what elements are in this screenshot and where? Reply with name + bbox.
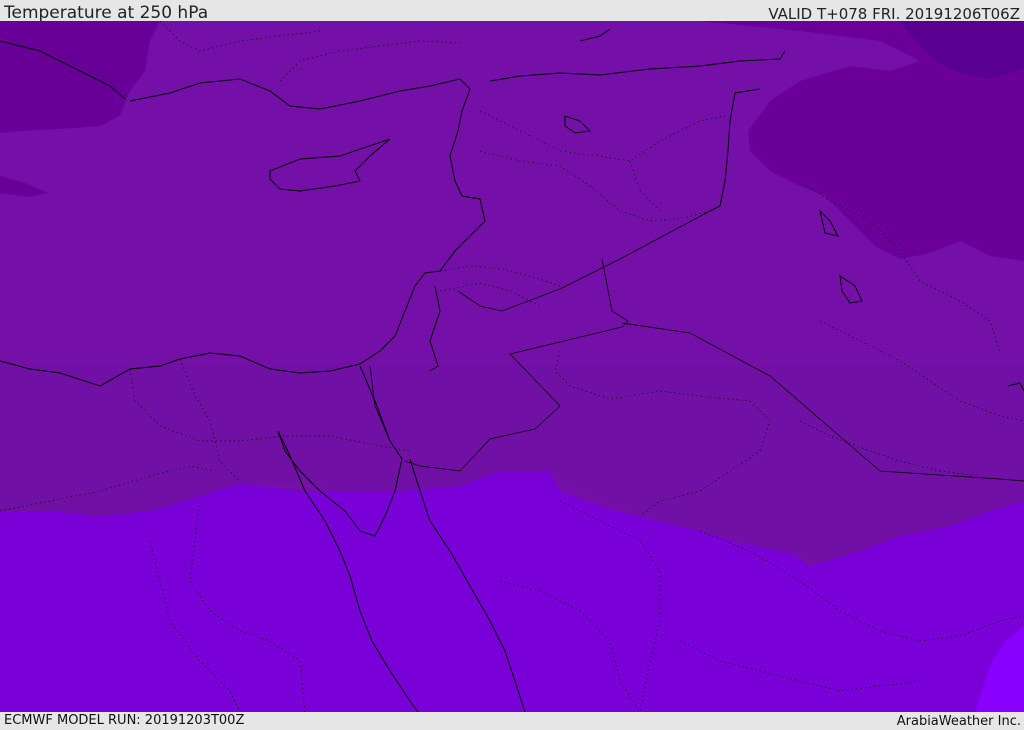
map-canvas [0,21,1024,712]
credit-label: ArabiaWeather Inc. [896,714,1021,729]
header-bar: Temperature at 250 hPa VALID T+078 FRI. … [0,0,1024,23]
weather-map[interactable] [0,21,1024,712]
map-title: Temperature at 250 hPa [4,3,209,23]
footer-bar: ECMWF MODEL RUN: 20191203T00Z ArabiaWeat… [0,712,1024,729]
model-run-label: ECMWF MODEL RUN: 20191203T00Z [4,713,245,728]
